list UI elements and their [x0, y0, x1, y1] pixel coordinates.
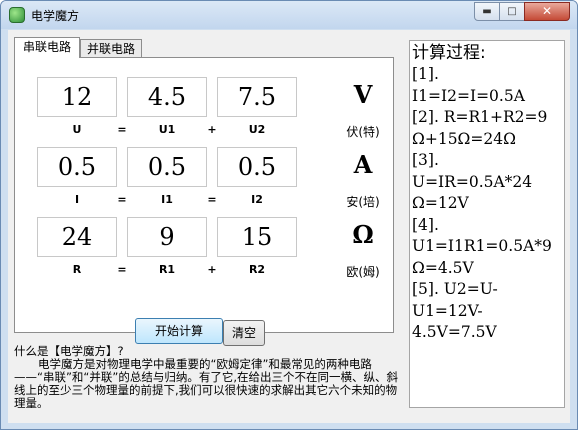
i2-field[interactable]: 0.5 [217, 147, 297, 187]
process-title: 计算过程: [412, 43, 486, 63]
start-calculation-button[interactable]: 开始计算 [135, 318, 223, 344]
volt-symbol: V [353, 80, 373, 109]
close-button[interactable]: ✕ [524, 2, 570, 21]
i1-field[interactable]: 0.5 [127, 147, 207, 187]
i1-label: I1 [161, 193, 173, 206]
ampere-symbol: A [353, 150, 373, 179]
equals-sign: = [117, 263, 127, 276]
i-total-field[interactable]: 0.5 [37, 147, 117, 187]
app-window: 电学魔方 ▬ □ ✕ 串联电路 并联电路 12 4.5 7.5 U = U1 +… [0, 0, 578, 430]
info-description: 电学魔方是对物理电学中最重要的“欧姆定律”和最常见的两种电路——“串联”和“并联… [14, 357, 398, 410]
equals-sign: = [117, 193, 127, 206]
u2-field[interactable]: 7.5 [217, 77, 297, 117]
ohm-unit-name: 欧(姆) [346, 265, 380, 279]
i2-label: I2 [251, 193, 263, 206]
r2-label: R2 [248, 263, 266, 276]
r2-field[interactable]: 15 [217, 217, 297, 257]
maximize-button[interactable]: □ [499, 2, 525, 21]
i-total-label: I [74, 193, 80, 206]
u1-field[interactable]: 4.5 [127, 77, 207, 117]
u-total-field[interactable]: 12 [37, 77, 117, 117]
plus-sign: + [207, 123, 217, 136]
u2-label: U2 [248, 123, 266, 136]
tab-series-circuit[interactable]: 串联电路 [14, 37, 80, 58]
calculation-process-panel[interactable]: 计算过程: [1]. I1=I2=I=0.5A [2]. R=R1+R2=9 Ω… [409, 40, 565, 408]
window-title: 电学魔方 [31, 9, 80, 23]
r-total-field[interactable]: 24 [37, 217, 117, 257]
tab-parallel-circuit[interactable]: 并联电路 [80, 39, 142, 59]
app-icon [9, 7, 25, 23]
ampere-unit-name: 安(培) [346, 195, 380, 209]
volt-unit-name: 伏(特) [346, 125, 380, 139]
clear-button[interactable]: 清空 [223, 320, 265, 346]
r1-label: R1 [158, 263, 176, 276]
equals-sign: = [207, 193, 217, 206]
equals-sign: = [117, 123, 127, 136]
u-total-label: U [72, 123, 82, 136]
process-text: [1]. I1=I2=I=0.5A [2]. R=R1+R2=9 Ω+15Ω=2… [412, 65, 552, 341]
u1-label: U1 [158, 123, 176, 136]
r1-field[interactable]: 9 [127, 217, 207, 257]
series-circuit-panel: 12 4.5 7.5 U = U1 + U2 V 伏(特) 0.5 0.5 0.… [14, 57, 394, 346]
ohm-symbol: Ω [352, 220, 374, 249]
plus-sign: + [207, 263, 217, 276]
client-area: 串联电路 并联电路 12 4.5 7.5 U = U1 + U2 V 伏(特) … [8, 30, 570, 423]
r-total-label: R [72, 263, 82, 276]
title-bar[interactable]: 电学魔方 ▬ □ ✕ [1, 1, 577, 29]
info-section: 什么是【电学魔方】? 电学魔方是对物理电学中最重要的“欧姆定律”和最常见的两种电… [14, 345, 402, 410]
minimize-button[interactable]: ▬ [474, 2, 500, 21]
